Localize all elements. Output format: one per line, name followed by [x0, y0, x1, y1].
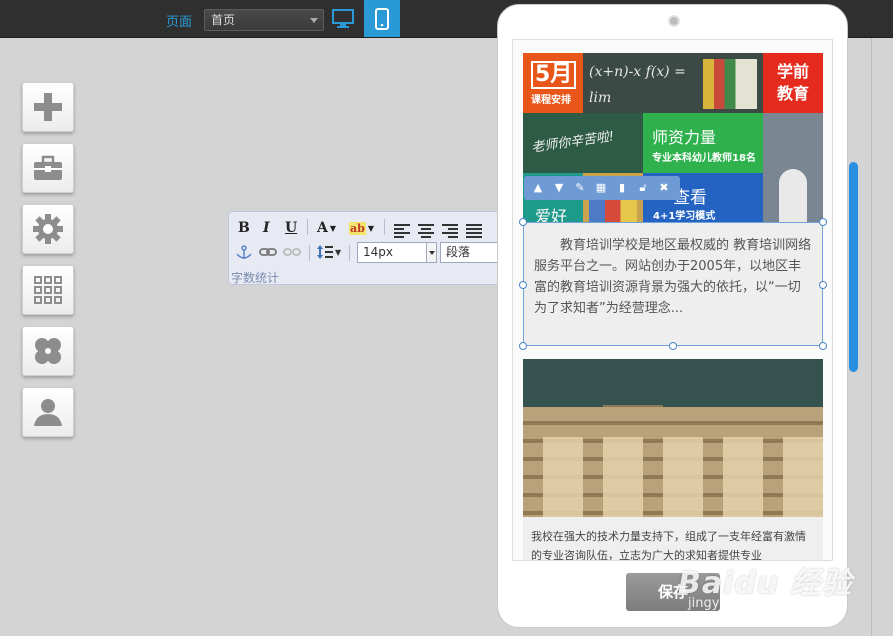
style-icon[interactable]: ▦ [593, 180, 609, 196]
toolbar-divider [309, 245, 310, 261]
resize-handle[interactable] [519, 281, 527, 289]
baidu-watermark: Baidu 经验 jingyan.baidu.com [678, 558, 853, 611]
tile-preschool-label: 学前 教育 [776, 62, 809, 103]
classroom-photo[interactable] [523, 359, 823, 517]
classroom-desks [523, 437, 823, 517]
align-justify-icon[interactable] [466, 221, 482, 241]
page-label: 页面 [166, 15, 193, 30]
watermark-url: jingyan.baidu.com [688, 596, 808, 611]
modules-button[interactable] [22, 326, 74, 376]
scrollbar-thumb[interactable] [849, 162, 858, 372]
rich-text-toolbar: B I U A ▼ ab ▼ ▼ 14px 段落 字数统计 [228, 211, 524, 285]
unlink-icon[interactable] [283, 246, 301, 258]
gear-icon [33, 214, 63, 244]
mobile-view-button[interactable] [364, 0, 400, 37]
italic-button[interactable]: I [263, 218, 270, 238]
resize-handle[interactable] [819, 342, 827, 350]
tile-teacher-label: 老师你辛苦啦! [530, 129, 616, 156]
user-button[interactable] [22, 387, 74, 437]
page-select-value: 首页 [211, 13, 236, 27]
resize-handle[interactable] [669, 342, 677, 350]
tile-chalkboard-photo[interactable]: (x+n)-x f(x) = lim [583, 53, 763, 113]
anchor-icon[interactable] [235, 245, 253, 261]
phone-frame: 5月 课程安排 (x+n)-x f(x) = lim 学前 教育 老师你辛苦啦!… [497, 4, 848, 628]
align-center-icon[interactable] [418, 221, 434, 241]
panel-divider [871, 38, 872, 636]
phone-screen: 5月 课程安排 (x+n)-x f(x) = lim 学前 教育 老师你辛苦啦!… [512, 39, 833, 561]
lock-icon[interactable]: 🔓︎ [635, 180, 651, 196]
caret-down-icon: ▼ [367, 223, 374, 233]
chevron-down-icon [426, 243, 436, 262]
add-button[interactable] [22, 82, 74, 132]
font-color-label: A [317, 220, 328, 236]
toolbar-divider [307, 219, 308, 235]
tile-view-sub: 4+1学习模式 [653, 211, 716, 222]
page-select[interactable]: 首页 [204, 9, 324, 31]
user-icon [34, 399, 62, 426]
clover-icon [35, 338, 61, 364]
selected-text-block[interactable]: 教育培训学校是地区最权威的 教育培训网络服务平台之一。网站创办于2005年，以地… [523, 222, 823, 346]
align-right-icon[interactable] [442, 221, 458, 241]
font-size-value: 14px [363, 245, 393, 259]
resize-handle[interactable] [519, 342, 527, 350]
tile-teacher[interactable]: 老师你辛苦啦! [523, 113, 643, 173]
camera-dot [668, 15, 680, 27]
align-left-icon[interactable] [394, 221, 410, 241]
tile-staff-sub: 专业本科幼儿教师18名 [652, 153, 756, 164]
move-down-icon[interactable]: ▼ [551, 180, 567, 196]
trash-icon[interactable]: ✖ [656, 180, 672, 196]
tile-staff[interactable]: 师资力量 专业本科幼儿教师18名 [643, 113, 763, 173]
settings-button[interactable] [22, 204, 74, 254]
toolbar-row-layout: ▼ 14px 段落 [229, 242, 523, 264]
classroom-wall [523, 359, 823, 407]
chalk-formula: (x+n)-x f(x) = lim [589, 64, 686, 106]
highlight-label: ab [349, 221, 366, 235]
caret-down-icon: ▼ [335, 247, 342, 257]
link-icon[interactable] [259, 246, 277, 258]
grid-icon [34, 276, 62, 304]
plus-icon [34, 93, 62, 121]
tile-staff-title: 师资力量 [652, 128, 717, 147]
toolbar-row-formatting: B I U A ▼ ab ▼ [229, 216, 523, 238]
resize-handle[interactable] [519, 218, 527, 226]
line-height-icon [317, 245, 333, 259]
tile-may-schedule[interactable]: 5月 课程安排 [523, 53, 583, 113]
chart-icon[interactable]: ▮ [614, 180, 630, 196]
tile-may-small: 课程安排 [531, 95, 571, 106]
banner-grid[interactable]: 5月 课程安排 (x+n)-x f(x) = lim 学前 教育 老师你辛苦啦!… [523, 53, 823, 233]
toolbox-button[interactable] [22, 143, 74, 193]
resize-handle[interactable] [819, 281, 827, 289]
photo-caption: 我校在强大的技术力量支持下，组成了一支年经富有激情的专业咨询队伍，立志为广大的求… [523, 517, 823, 560]
tile-preschool[interactable]: 学前 教育 [763, 53, 823, 113]
phone-icon [375, 7, 389, 30]
highlight-button[interactable]: ab ▼ [349, 218, 374, 238]
apps-button[interactable] [22, 265, 74, 315]
underline-button[interactable]: U [285, 218, 297, 238]
word-count: 字数统计 [231, 271, 280, 285]
caret-down-icon: ▼ [329, 223, 337, 233]
toolbar-divider [384, 219, 385, 235]
monitor-icon [332, 8, 354, 28]
kid-image [779, 169, 807, 229]
edit-icon[interactable]: ✎ [572, 180, 588, 196]
element-toolbar: ▲ ▼ ✎ ▦ ▮ 🔓︎ ✖ [524, 176, 680, 200]
font-color-button[interactable]: A ▼ [317, 218, 336, 238]
tile-may-big: 5月 [531, 61, 577, 89]
tile-kid-photo[interactable] [763, 113, 823, 233]
resize-handle[interactable] [819, 218, 827, 226]
paragraph-format-value: 段落 [446, 245, 471, 259]
toolbar-divider [349, 245, 350, 261]
toy-blocks-image [703, 59, 757, 109]
desktop-view-button[interactable] [325, 0, 361, 37]
chevron-down-icon [310, 18, 318, 23]
toolbox-icon [34, 155, 62, 180]
line-height-button[interactable]: ▼ [317, 244, 341, 260]
move-up-icon[interactable]: ▲ [530, 180, 546, 196]
bold-button[interactable]: B [238, 218, 250, 238]
font-size-select[interactable]: 14px [357, 242, 437, 263]
